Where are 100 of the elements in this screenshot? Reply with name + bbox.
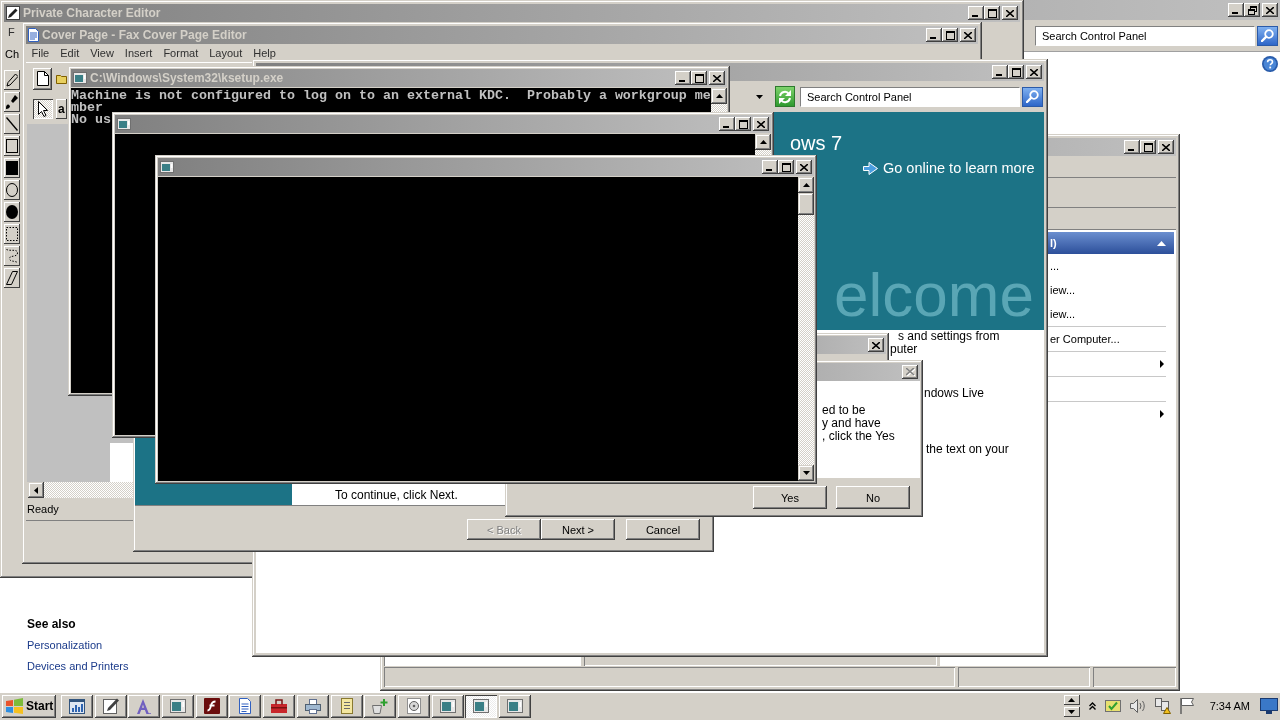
flag-icon[interactable] [1179, 698, 1194, 714]
maximize-button[interactable] [984, 6, 1000, 20]
tool-button[interactable] [4, 268, 20, 288]
scroll-thumb[interactable] [798, 193, 814, 215]
maximize-button[interactable] [691, 71, 707, 85]
taskbar-button[interactable] [296, 694, 329, 718]
action-item[interactable]: iew... [1050, 307, 1076, 321]
menu-item[interactable]: Insert [119, 47, 158, 59]
monitor-icon[interactable] [1260, 698, 1278, 714]
search-button[interactable] [1257, 25, 1278, 46]
taskbar-button[interactable] [330, 694, 363, 718]
search-button[interactable] [1022, 86, 1043, 107]
close-button[interactable] [709, 71, 725, 85]
close-button[interactable] [1002, 6, 1018, 20]
scroll-up-button[interactable] [798, 177, 814, 193]
close-button[interactable] [1262, 3, 1278, 17]
scroll-up-button[interactable] [755, 134, 771, 150]
vertical-scrollbar[interactable] [755, 134, 771, 158]
taskbar-button[interactable] [229, 694, 262, 718]
folder-icon[interactable] [56, 73, 67, 84]
minimize-button[interactable] [968, 6, 984, 20]
tool-button[interactable] [4, 136, 20, 156]
taskbar-button[interactable] [195, 694, 228, 718]
vertical-scrollbar[interactable] [711, 88, 727, 112]
submenu-arrow-icon[interactable] [1160, 410, 1164, 418]
link[interactable]: Personalization [27, 638, 103, 652]
scroll-left-button[interactable] [28, 482, 44, 498]
tool-button[interactable] [4, 70, 20, 90]
maximize-button[interactable] [778, 160, 794, 174]
close-button[interactable] [868, 338, 884, 352]
menu-item[interactable]: File [26, 47, 55, 59]
close-button[interactable] [796, 160, 812, 174]
submenu-arrow-icon[interactable] [1160, 360, 1164, 368]
minimize-button[interactable] [675, 71, 691, 85]
minimize-button[interactable] [1228, 3, 1244, 17]
tool-button[interactable] [4, 246, 20, 266]
speaker-icon[interactable] [1129, 698, 1146, 714]
menu-item[interactable]: Edit [54, 47, 85, 59]
taskbar-button[interactable] [162, 694, 195, 718]
maximize-button[interactable] [735, 117, 751, 131]
menu-item[interactable]: Format [157, 47, 204, 59]
tool-button[interactable] [4, 180, 20, 200]
search-field[interactable]: Search Control Panel [800, 86, 1020, 107]
close-button[interactable] [1026, 65, 1042, 79]
cancel-button[interactable]: Cancel [626, 519, 700, 540]
close-button[interactable] [960, 28, 976, 42]
maximize-button[interactable] [1140, 140, 1156, 154]
menu-item[interactable]: F [4, 26, 19, 38]
taskbar-button[interactable] [263, 694, 296, 718]
yes-button[interactable]: Yes [753, 486, 827, 509]
minimize-button[interactable] [762, 160, 778, 174]
menu-item[interactable]: Help [247, 47, 282, 59]
scroll-down-button[interactable] [1063, 707, 1080, 717]
text-tool-button[interactable]: a [56, 99, 67, 119]
taskbar-button[interactable] [364, 694, 397, 718]
learn-more-link[interactable]: Go online to learn more [863, 159, 1035, 177]
close-button[interactable] [753, 117, 769, 131]
scroll-up-button[interactable] [711, 88, 727, 104]
start-button[interactable]: Start [2, 694, 56, 718]
maximize-button[interactable] [1008, 65, 1024, 79]
minimize-button[interactable] [1124, 140, 1140, 154]
taskbar-button[interactable] [94, 694, 127, 718]
restore-button[interactable] [1244, 3, 1260, 17]
scroll-up-button[interactable] [1063, 695, 1080, 705]
tool-button[interactable] [4, 92, 20, 112]
collapse-icon[interactable] [1157, 240, 1166, 246]
refresh-button[interactable] [775, 86, 795, 107]
taskbar-button[interactable] [61, 694, 93, 718]
help-icon[interactable] [1262, 56, 1278, 72]
pointer-tool-button[interactable] [33, 99, 53, 119]
taskbar-button[interactable] [431, 694, 464, 718]
chevron-icon[interactable] [1088, 702, 1096, 710]
network-warning-icon[interactable] [1154, 698, 1171, 714]
action-item[interactable]: iew... [1050, 283, 1076, 297]
next-button[interactable]: Next > [541, 519, 615, 540]
link[interactable]: Devices and Printers [27, 659, 129, 673]
checkmark-icon[interactable] [1104, 700, 1121, 712]
taskbar-button[interactable] [128, 694, 161, 718]
menu-item[interactable]: View [84, 47, 120, 59]
minimize-button[interactable] [719, 117, 735, 131]
tool-button[interactable] [4, 158, 20, 178]
tool-button[interactable] [4, 202, 20, 222]
no-button[interactable]: No [836, 486, 910, 509]
minimize-button[interactable] [992, 65, 1008, 79]
taskbar-button[interactable] [498, 694, 531, 718]
search-field[interactable]: Search Control Panel [1035, 25, 1255, 46]
caret-icon[interactable] [756, 94, 763, 99]
maximize-button[interactable] [942, 28, 958, 42]
taskbar-button[interactable] [397, 694, 430, 718]
new-document-button[interactable] [33, 67, 52, 90]
action-item[interactable]: ... [1050, 259, 1060, 273]
tool-button[interactable] [4, 114, 20, 134]
minimize-button[interactable] [926, 28, 942, 42]
tool-button[interactable] [4, 224, 20, 244]
vertical-scrollbar[interactable] [798, 177, 814, 481]
menu-item[interactable]: Layout [203, 47, 248, 59]
scroll-down-button[interactable] [798, 465, 814, 481]
action-item[interactable]: er Computer... [1050, 332, 1120, 346]
close-button[interactable] [1158, 140, 1174, 154]
taskbar-button[interactable] [465, 694, 498, 718]
